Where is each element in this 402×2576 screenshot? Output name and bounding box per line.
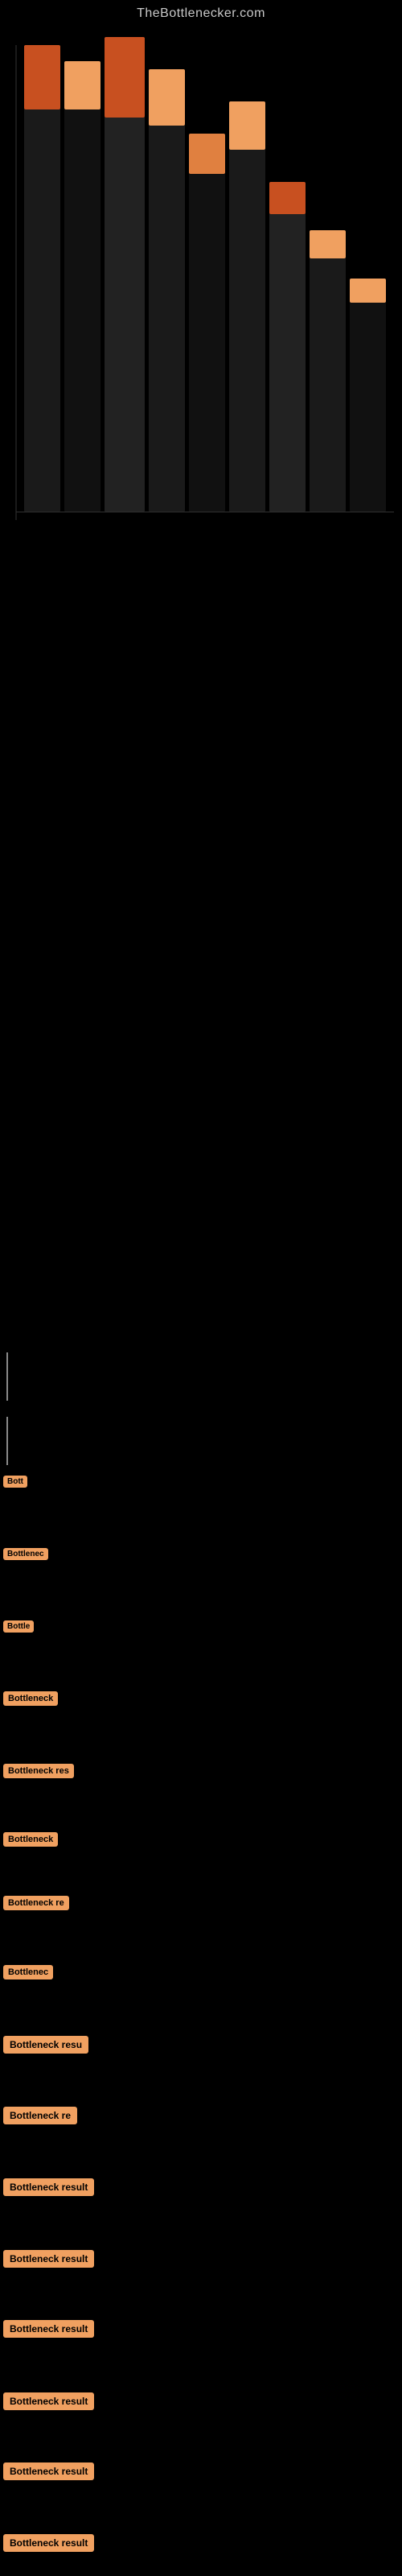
result-item-13: Bottleneck result bbox=[3, 2320, 94, 2338]
vertical-line-1 bbox=[6, 1352, 8, 1401]
vertical-line-2 bbox=[6, 1417, 8, 1465]
result-badge-13: Bottleneck result bbox=[3, 2320, 94, 2338]
result-badge-12: Bottleneck result bbox=[3, 2250, 94, 2268]
result-badge-4: Bottleneck bbox=[3, 1691, 58, 1706]
result-item-6: Bottleneck bbox=[3, 1831, 58, 1847]
result-item-1: Bott bbox=[3, 1473, 27, 1488]
result-item-11: Bottleneck result bbox=[3, 2178, 94, 2196]
result-badge-7: Bottleneck re bbox=[3, 1896, 69, 1910]
result-badge-3: Bottle bbox=[3, 1620, 34, 1633]
result-item-12: Bottleneck result bbox=[3, 2250, 94, 2268]
result-item-8: Bottlenec bbox=[3, 1964, 53, 1979]
result-badge-8: Bottlenec bbox=[3, 1965, 53, 1979]
result-item-4: Bottleneck bbox=[3, 1690, 58, 1706]
result-item-2: Bottlenec bbox=[3, 1546, 48, 1560]
result-item-15: Bottleneck result bbox=[3, 2462, 94, 2480]
result-item-14: Bottleneck result bbox=[3, 2392, 94, 2410]
result-badge-1: Bott bbox=[3, 1476, 27, 1488]
result-item-7: Bottleneck re bbox=[3, 1895, 69, 1910]
result-badge-11: Bottleneck result bbox=[3, 2178, 94, 2196]
result-badge-15: Bottleneck result bbox=[3, 2462, 94, 2480]
result-badge-5: Bottleneck res bbox=[3, 1764, 74, 1778]
result-badge-16: Bottleneck result bbox=[3, 2534, 94, 2552]
chart-svg bbox=[0, 21, 402, 584]
result-badge-9: Bottleneck resu bbox=[3, 2036, 88, 2054]
result-item-16: Bottleneck result bbox=[3, 2534, 94, 2552]
result-badge-14: Bottleneck result bbox=[3, 2392, 94, 2410]
result-item-10: Bottleneck re bbox=[3, 2107, 77, 2124]
result-item-3: Bottle bbox=[3, 1618, 34, 1633]
result-badge-2: Bottlenec bbox=[3, 1548, 48, 1560]
site-title: TheBottlenecker.com bbox=[0, 0, 402, 21]
result-item-5: Bottleneck res bbox=[3, 1763, 74, 1778]
result-badge-6: Bottleneck bbox=[3, 1832, 58, 1847]
chart-area bbox=[0, 21, 402, 584]
result-badge-10: Bottleneck re bbox=[3, 2107, 77, 2124]
result-item-9: Bottleneck resu bbox=[3, 2036, 88, 2054]
